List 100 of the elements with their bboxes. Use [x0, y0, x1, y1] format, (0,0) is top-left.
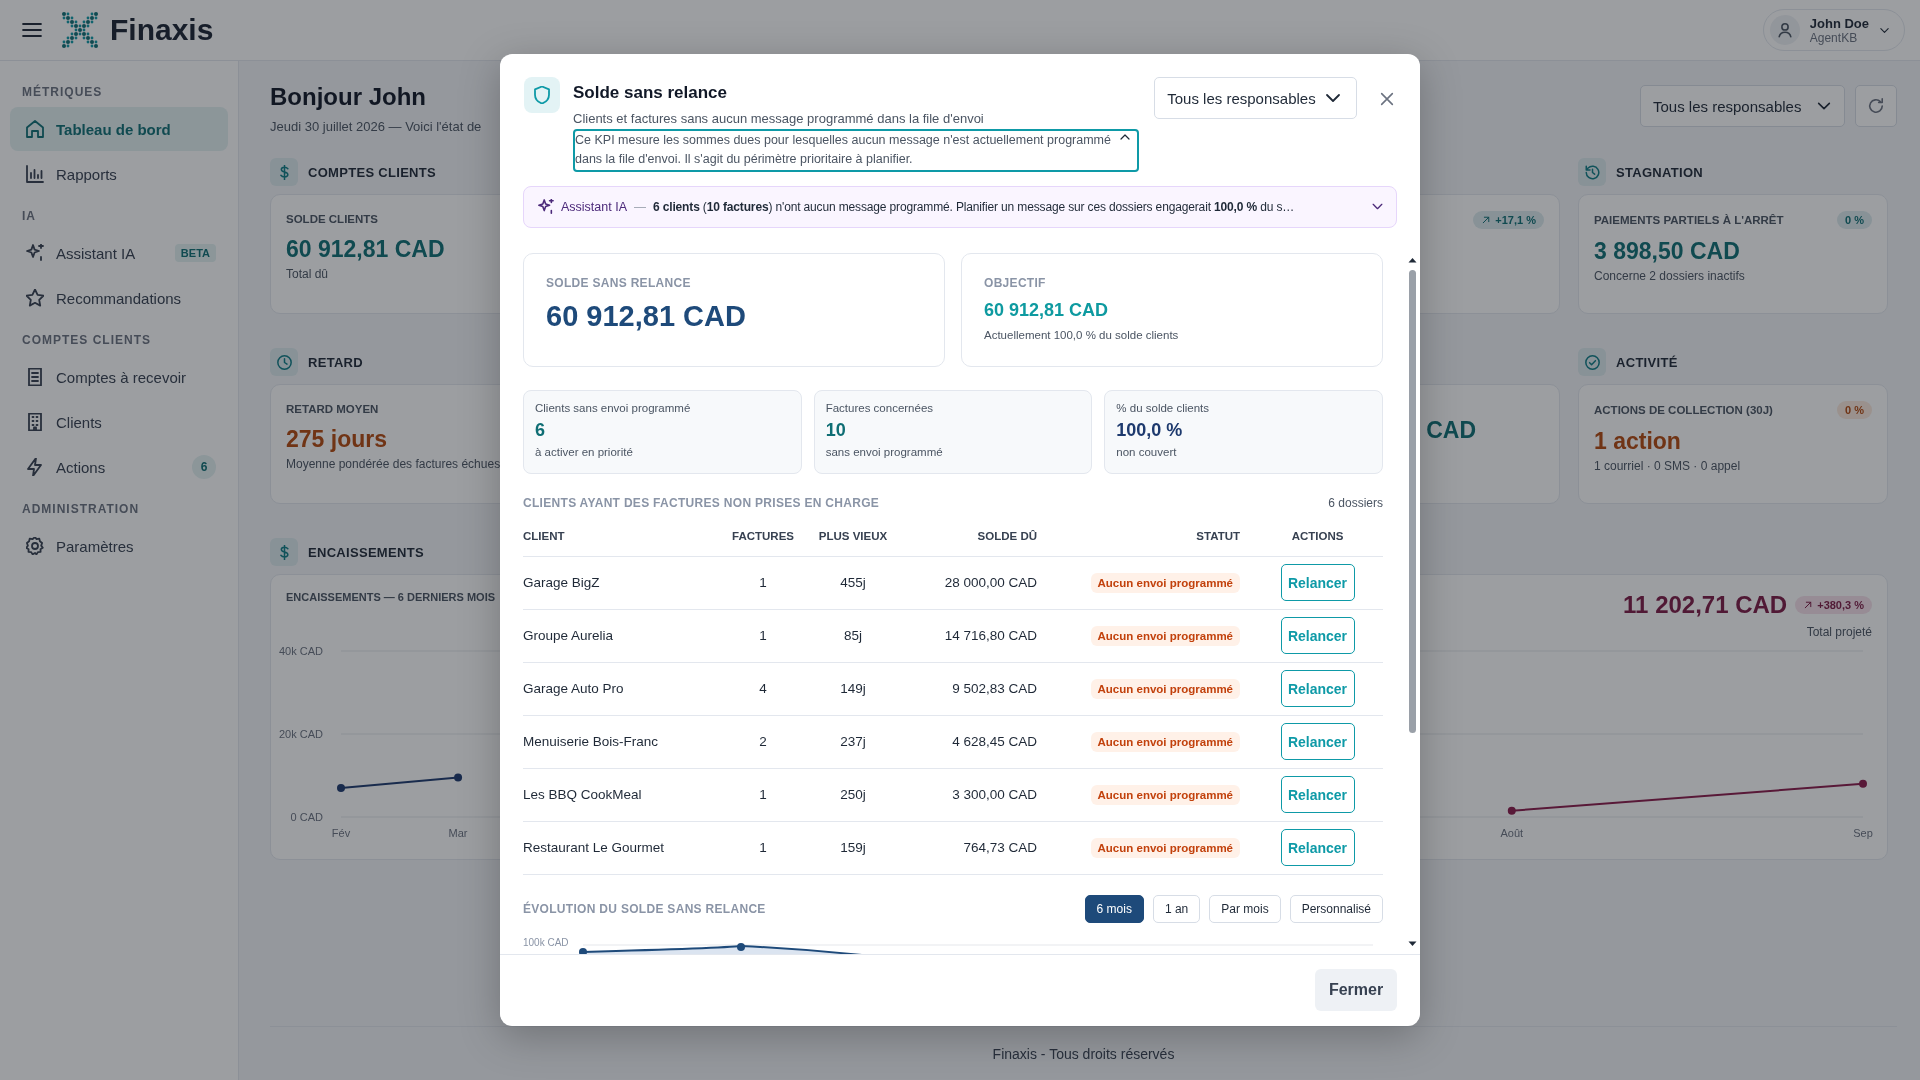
remind-button[interactable]: Relancer — [1280, 564, 1355, 602]
kpi-label: OBJECTIF — [984, 275, 1047, 290]
range-button[interactable]: 6 mois — [1084, 894, 1144, 923]
column-header: SOLDE DÛ — [976, 529, 1037, 542]
sidebar-item[interactable]: Paramètres — [10, 524, 228, 568]
range-button[interactable]: 1 an — [1152, 894, 1201, 923]
stat-label: Factures concernées — [825, 401, 935, 414]
user-role: AgentKB — [1809, 30, 1859, 45]
remind-button[interactable]: Relancer — [1280, 723, 1355, 761]
brand-name: Finaxis — [110, 13, 214, 47]
remind-button[interactable]: Relancer — [1280, 617, 1355, 655]
check-circle-icon — [1584, 354, 1600, 370]
sidebar-item[interactable]: Actions 6 — [10, 445, 228, 489]
metric-note: Concerne 2 dossiers inactifs — [1594, 269, 1746, 283]
axis-tick-label: Fév — [331, 827, 351, 839]
metric-label: ACTIONS DE COLLECTION (30J) — [1594, 404, 1773, 416]
scroll-up-icon[interactable] — [1408, 255, 1417, 265]
stat-label: Clients sans envoi programmé — [535, 401, 692, 414]
column-header: CLIENT — [523, 529, 566, 542]
range-button[interactable]: Par mois — [1209, 894, 1281, 923]
section-heading: MÉTRIQUES — [21, 83, 104, 101]
sidebar-item[interactable]: Comptes à recevoir — [10, 355, 228, 399]
table-cell-text: 764,73 CAD — [962, 840, 1037, 856]
stat-note: sans envoi programmé — [825, 445, 944, 458]
stat-value: 100,0 % — [1116, 419, 1184, 441]
table-cell-text: 4 — [758, 681, 768, 697]
sidebar-item[interactable]: Recommandations — [10, 276, 228, 320]
owner-dropdown[interactable]: Tous les responsables — [1640, 85, 1845, 127]
metric-label: RETARD MOYEN — [286, 403, 379, 415]
dialog-title: Solde sans relance — [573, 83, 729, 103]
status-badge: Aucun envoi programmé — [1090, 625, 1240, 646]
status-badge: Aucun envoi programmé — [1090, 731, 1240, 752]
metric-value: 60 912,81 CAD — [286, 236, 445, 263]
refresh-button[interactable] — [1855, 85, 1897, 127]
metric-note: Moyenne pondérée des factures échues — [286, 457, 502, 471]
page-title: Bonjour John — [270, 83, 427, 111]
badge-text: 0 % — [1845, 404, 1864, 416]
sidebar-item[interactable]: Rapports — [10, 152, 228, 196]
dropdown-value: Tous les responsables — [1653, 97, 1802, 115]
badge-text: 0 % — [1845, 214, 1864, 226]
column-header: FACTURES — [731, 529, 795, 542]
remind-button[interactable]: Relancer — [1280, 776, 1355, 814]
status-badge: Aucun envoi programmé — [1090, 678, 1240, 699]
assistant-message: 6 clients (10 factures) n'ont aucun message programmé. Planifier un message sur ces dossiers engagerait 100,0 % du s… — [653, 199, 1295, 214]
axis-tick-label: 20k CAD — [278, 728, 323, 740]
sparkle-icon — [26, 244, 44, 262]
sidebar-item[interactable]: Clients — [10, 400, 228, 444]
status-badge: Aucun envoi programmé — [1090, 837, 1240, 858]
section-heading: IA — [21, 208, 37, 225]
metric-label: SOLDE CLIENTS — [286, 213, 378, 225]
menu-icon[interactable] — [22, 20, 42, 40]
column-header: ACTIONS — [1290, 529, 1345, 542]
table-cell-text: 159j — [839, 840, 867, 856]
document-icon — [26, 368, 44, 386]
history-icon — [1584, 164, 1600, 180]
logo-icon — [62, 12, 98, 48]
sidebar-item[interactable]: Assistant IA BETA — [10, 231, 228, 275]
table-cell-text: 1 — [758, 840, 768, 856]
close-icon — [1379, 91, 1395, 107]
badge-text: +380,3 % — [1817, 599, 1864, 611]
scroll-thumb[interactable] — [1409, 269, 1416, 733]
total-amount: 11 202,71 CAD — [1623, 591, 1788, 619]
sidebar-item[interactable]: Tableau de bord — [10, 107, 228, 151]
lightning-icon — [26, 458, 44, 476]
axis-tick-label: 40k CAD — [278, 645, 323, 657]
dropdown-value: Tous les responsables — [1167, 89, 1316, 107]
close-dialog-button[interactable]: Fermer — [1315, 969, 1397, 1012]
table-cell-text: 2 — [758, 734, 768, 750]
axis-tick-label: Sep — [1853, 827, 1873, 839]
range-button[interactable]: Personnalisé — [1289, 894, 1383, 923]
axis-label: 100k CAD — [523, 936, 569, 948]
remind-button[interactable]: Relancer — [1280, 829, 1355, 867]
table-cell-text: 9 502,83 CAD — [951, 681, 1037, 697]
data-point — [1507, 806, 1516, 815]
status-badge: Aucun envoi programmé — [1090, 572, 1240, 593]
stat-value: 10 — [825, 419, 847, 441]
axis-tick-label: Août — [1500, 827, 1524, 839]
footer-text: Finaxis - Tous droits réservés — [992, 1045, 1175, 1062]
settings-icon — [26, 537, 44, 555]
axis-tick-label: Mar — [448, 827, 468, 839]
sidebar-label: Comptes à recevoir — [56, 368, 188, 386]
stat-note: à activer en priorité — [535, 445, 634, 458]
metric-note: Total dû — [286, 267, 330, 281]
owner-dropdown[interactable]: Tous les responsables — [1154, 77, 1357, 119]
user-icon — [1776, 22, 1793, 38]
kpi-label: SOLDE SANS RELANCE — [546, 275, 692, 290]
table-cell-text: 149j — [839, 681, 867, 697]
badge-text: +17,1 % — [1495, 214, 1536, 226]
table-cell-text: Garage BigZ — [523, 575, 601, 591]
metric-note: 1 courriel · 0 SMS · 0 appel — [1594, 459, 1742, 473]
table-cell-text: 14 716,80 CAD — [943, 628, 1037, 644]
table-cell-text: 3 300,00 CAD — [951, 787, 1037, 803]
data-point — [337, 783, 345, 792]
building-icon — [26, 413, 44, 431]
remind-button[interactable]: Relancer — [1280, 670, 1355, 708]
beta-badge: BETA — [174, 244, 216, 262]
table-cell-text: Groupe Aurelia — [523, 628, 615, 644]
table-cell-text: Menuiserie Bois-Franc — [523, 734, 660, 750]
sidebar-label: Tableau de bord — [56, 120, 172, 138]
section-heading: ADMINISTRATION — [21, 501, 141, 518]
